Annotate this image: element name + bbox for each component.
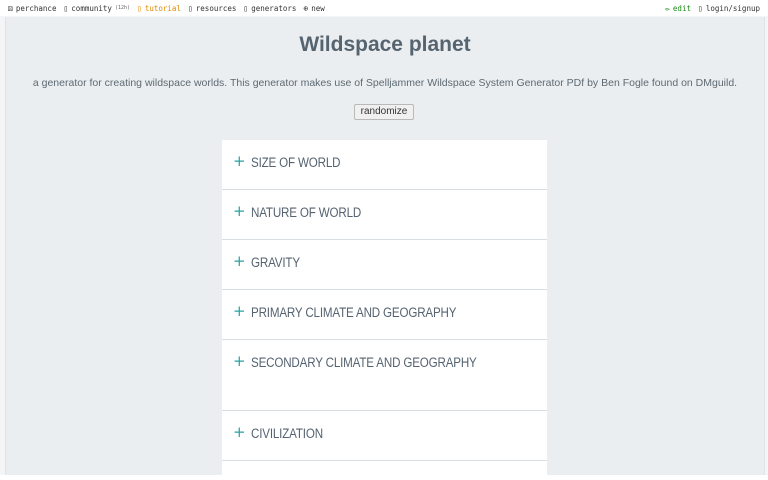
nav-tutorial[interactable]: ▯ tutorial	[137, 4, 181, 13]
nav-perchance-label: perchance	[15, 3, 57, 13]
section-label: SECONDARY CLIMATE AND GEOGRAPHY	[251, 355, 477, 370]
book-icon: ▯	[187, 3, 193, 13]
plus-icon: +	[233, 352, 246, 370]
pencil-icon: ✏	[665, 3, 670, 13]
plus-icon: +	[233, 252, 246, 270]
nav-login[interactable]: ▯ login/signup	[698, 4, 760, 13]
accordion-section-nature-of-world[interactable]: + NATURE OF WORLD	[222, 190, 547, 240]
nav-resources[interactable]: ▯ resources	[188, 4, 236, 13]
section-label: GRAVITY	[251, 255, 300, 270]
nav-perchance[interactable]: ⚄ perchance	[8, 4, 56, 13]
accordion-section-gravity[interactable]: + GRAVITY	[222, 240, 547, 290]
top-nav-bar: ⚄ perchance ▯ community (12h) ▯ tutorial…	[0, 0, 768, 16]
chat-icon: ▯	[63, 3, 69, 13]
list-icon: ▯	[243, 3, 249, 13]
nav-community-label: community	[71, 3, 112, 13]
accordion: + SIZE OF WORLD + NATURE OF WORLD + GRAV…	[222, 140, 547, 475]
nav-generators-label: generators	[251, 3, 297, 13]
top-nav-right: ✏ edit ▯ login/signup	[665, 4, 768, 13]
nav-new[interactable]: ⊕ new	[303, 4, 324, 13]
user-icon: ▯	[697, 3, 703, 13]
nav-resources-label: resources	[195, 3, 237, 13]
nav-community[interactable]: ▯ community (12h)	[63, 4, 130, 13]
accordion-section-primary-climate[interactable]: + PRIMARY CLIMATE AND GEOGRAPHY	[222, 290, 547, 340]
community-activity-badge: (12h)	[114, 5, 130, 11]
nav-tutorial-label: tutorial	[144, 3, 181, 13]
nav-generators[interactable]: ▯ generators	[243, 4, 296, 13]
generator-panel: Wildspace planet a generator for creatin…	[5, 17, 765, 475]
randomize-button[interactable]: randomize	[354, 104, 414, 120]
plus-icon: +	[233, 302, 246, 320]
page-bottom-edge	[0, 475, 768, 480]
section-label: CIVILIZATION	[251, 426, 323, 441]
page-description: a generator for creating wildspace world…	[32, 77, 738, 89]
plus-icon: +	[233, 152, 246, 170]
plus-icon: +	[233, 202, 246, 220]
nav-login-label: login/signup	[705, 3, 760, 13]
book-icon: ▯	[137, 3, 142, 13]
page-title: Wildspace planet	[299, 33, 471, 56]
plus-icon: +	[233, 423, 246, 441]
dice-icon: ⚄	[8, 3, 13, 13]
plus-circle-icon: ⊕	[303, 3, 309, 13]
accordion-section-civilization[interactable]: + CIVILIZATION	[222, 411, 547, 461]
accordion-section-secondary-climate[interactable]: + SECONDARY CLIMATE AND GEOGRAPHY	[222, 340, 547, 411]
nav-new-label: new	[311, 3, 325, 13]
section-label: PRIMARY CLIMATE AND GEOGRAPHY	[251, 305, 457, 320]
nav-edit[interactable]: ✏ edit	[665, 4, 691, 13]
section-label: SIZE OF WORLD	[251, 155, 341, 170]
section-label: NATURE OF WORLD	[251, 205, 362, 220]
nav-edit-label: edit	[672, 3, 691, 13]
accordion-section-size-of-world[interactable]: + SIZE OF WORLD	[222, 140, 547, 190]
